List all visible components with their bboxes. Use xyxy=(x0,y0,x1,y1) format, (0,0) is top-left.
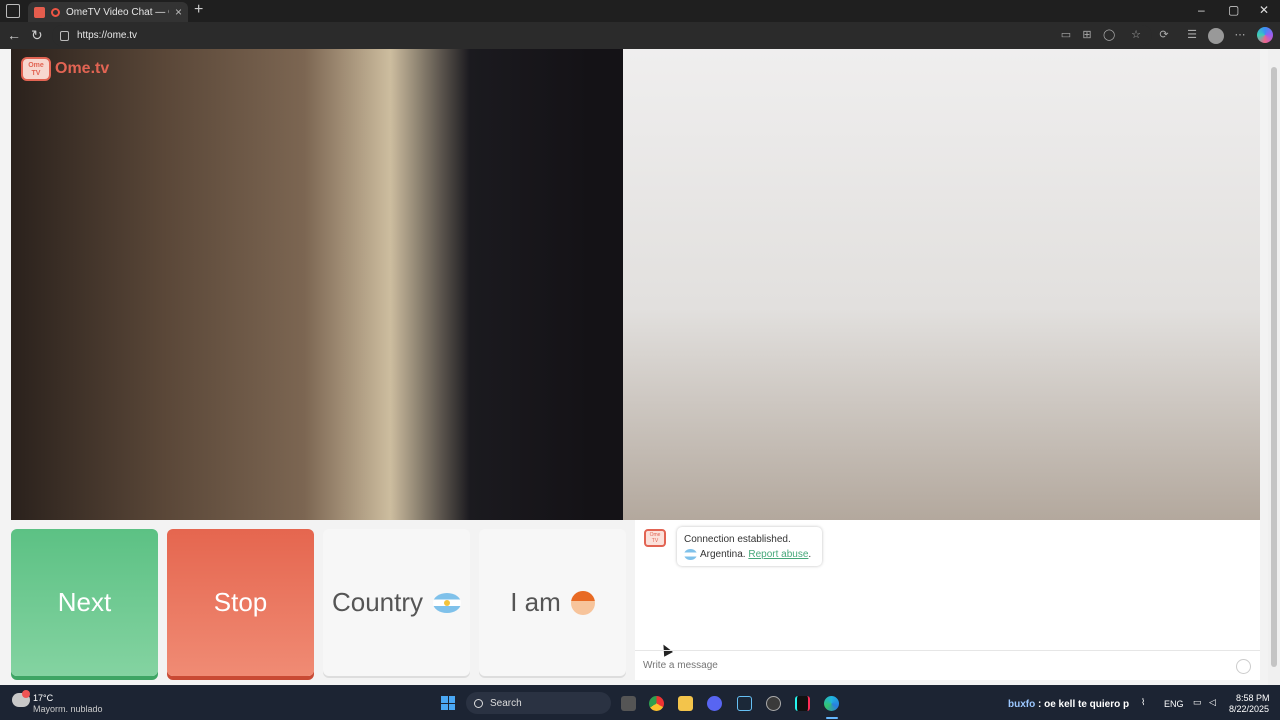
steam-icon[interactable] xyxy=(737,696,752,711)
chat-username: buxfo xyxy=(1008,699,1036,710)
favorite-star-icon[interactable]: ☆ xyxy=(1130,29,1142,41)
weather-temperature[interactable]: 17°C xyxy=(33,693,53,703)
search-icon xyxy=(474,698,483,708)
chat-panel: Ome TV Connection established. Argentina… xyxy=(635,520,1260,680)
task-view-icon[interactable] xyxy=(621,696,636,711)
weather-description[interactable]: Mayorm. nublado xyxy=(33,704,103,714)
message-input-bar xyxy=(635,650,1260,680)
tab-ometv[interactable]: OmeTV Video Chat — Ome × xyxy=(28,2,188,22)
country-name: Argentina. xyxy=(700,549,746,560)
windows-taskbar: 17°C Mayorm. nublado Search buxfo : oe k… xyxy=(0,685,1280,720)
stop-label: Stop xyxy=(213,587,268,617)
active-app-indicator xyxy=(826,717,838,719)
new-tab-button[interactable]: + xyxy=(194,1,203,19)
taskbar-search[interactable]: Search xyxy=(466,692,611,714)
maximize-button[interactable]: ▢ xyxy=(1228,3,1239,17)
stop-button[interactable]: Stop xyxy=(167,529,314,676)
stream-chat-notification: buxfo : oe kell te quiero p xyxy=(1008,699,1129,710)
search-label: Search xyxy=(490,697,522,709)
argentina-flag-icon xyxy=(433,592,462,613)
discord-icon[interactable] xyxy=(707,696,722,711)
start-windows-icon[interactable] xyxy=(441,696,455,710)
tab-close-icon[interactable]: × xyxy=(175,5,182,19)
self-video xyxy=(623,49,1260,520)
logo-tv-icon: Ome TV xyxy=(21,57,51,81)
edge-icon[interactable] xyxy=(824,696,839,711)
volume-icon[interactable]: ◁ xyxy=(1209,697,1216,708)
more-menu-icon[interactable]: ⋯ xyxy=(1234,29,1246,41)
recording-icon xyxy=(51,7,60,17)
lock-icon xyxy=(60,30,69,41)
iam-label: I am xyxy=(510,587,561,617)
boy-avatar-icon xyxy=(570,590,595,615)
camera-icon[interactable]: ▭ xyxy=(1060,29,1072,41)
network-icon[interactable]: ▭ xyxy=(1193,697,1202,708)
close-window-button[interactable]: ✕ xyxy=(1259,3,1269,17)
argentina-flag-small-icon xyxy=(684,548,697,560)
report-abuse-link[interactable]: Report abuse xyxy=(748,549,808,560)
clock-time[interactable]: 8:58 PM xyxy=(1236,693,1270,703)
weather-alert-badge xyxy=(22,690,30,698)
copilot-icon[interactable] xyxy=(1257,27,1273,43)
obs-icon[interactable] xyxy=(766,696,781,711)
chat-logo-icon: Ome TV xyxy=(644,529,666,547)
tab-actions-icon[interactable] xyxy=(6,4,20,18)
refresh-icon[interactable]: ↻ xyxy=(31,27,43,44)
system-message: Connection established. Argentina. Repor… xyxy=(677,527,822,566)
apps-icon[interactable]: ⊞ xyxy=(1081,29,1093,41)
minimize-button[interactable]: – xyxy=(1198,3,1205,17)
country-button[interactable]: Country xyxy=(323,529,470,676)
ometv-logo[interactable]: Ome TV Ome.tv xyxy=(21,57,109,81)
message-input[interactable] xyxy=(643,660,1223,671)
connection-text: Connection established. xyxy=(684,534,791,545)
country-line: Argentina. Report abuse. xyxy=(684,547,815,562)
page: Ome TV Ome.tv Next Stop Country I am Ome… xyxy=(0,49,1280,685)
browser-tab-bar: OmeTV Video Chat — Ome × + – ▢ ✕ xyxy=(0,0,1280,22)
language-indicator[interactable]: ENG xyxy=(1164,699,1184,709)
report-suffix: . xyxy=(808,549,812,560)
chat-message: : oe kell te quiero p xyxy=(1038,699,1130,710)
next-button[interactable]: Next xyxy=(11,529,158,676)
url-field[interactable]: https://ome.tv xyxy=(52,25,1152,46)
back-arrow-icon[interactable]: ← xyxy=(7,27,21,43)
next-label: Next xyxy=(57,587,112,617)
mic-icon[interactable]: ⌇ xyxy=(1141,697,1145,708)
url-text: https://ome.tv xyxy=(77,30,138,41)
browser-address-bar: ← ↻ https://ome.tv ▭ ⊞ ◯ ☆ ⟳ ☰ ⋯ xyxy=(0,22,1280,49)
chrome-icon[interactable] xyxy=(649,696,664,711)
ometv-favicon-icon xyxy=(34,6,45,18)
favorites-icon[interactable]: ☰ xyxy=(1186,29,1198,41)
clock-date[interactable]: 8/22/2025 xyxy=(1229,704,1269,714)
extensions-icon[interactable]: ⟳ xyxy=(1158,29,1170,41)
page-scrollbar[interactable] xyxy=(1268,49,1280,685)
more-sites-icon[interactable]: ◯ xyxy=(1103,29,1115,41)
country-label: Country xyxy=(331,587,424,617)
scrollbar-thumb[interactable] xyxy=(1271,67,1277,667)
tiktok-icon[interactable] xyxy=(795,696,810,711)
tab-title: OmeTV Video Chat — Ome xyxy=(66,6,169,18)
file-explorer-icon[interactable] xyxy=(678,696,693,711)
stranger-video: Ome TV Ome.tv xyxy=(11,49,623,520)
emoji-icon[interactable] xyxy=(1236,659,1251,674)
profile-avatar[interactable] xyxy=(1208,28,1224,44)
logo-text: Ome.tv xyxy=(55,60,110,77)
gender-button[interactable]: I am xyxy=(479,529,626,676)
